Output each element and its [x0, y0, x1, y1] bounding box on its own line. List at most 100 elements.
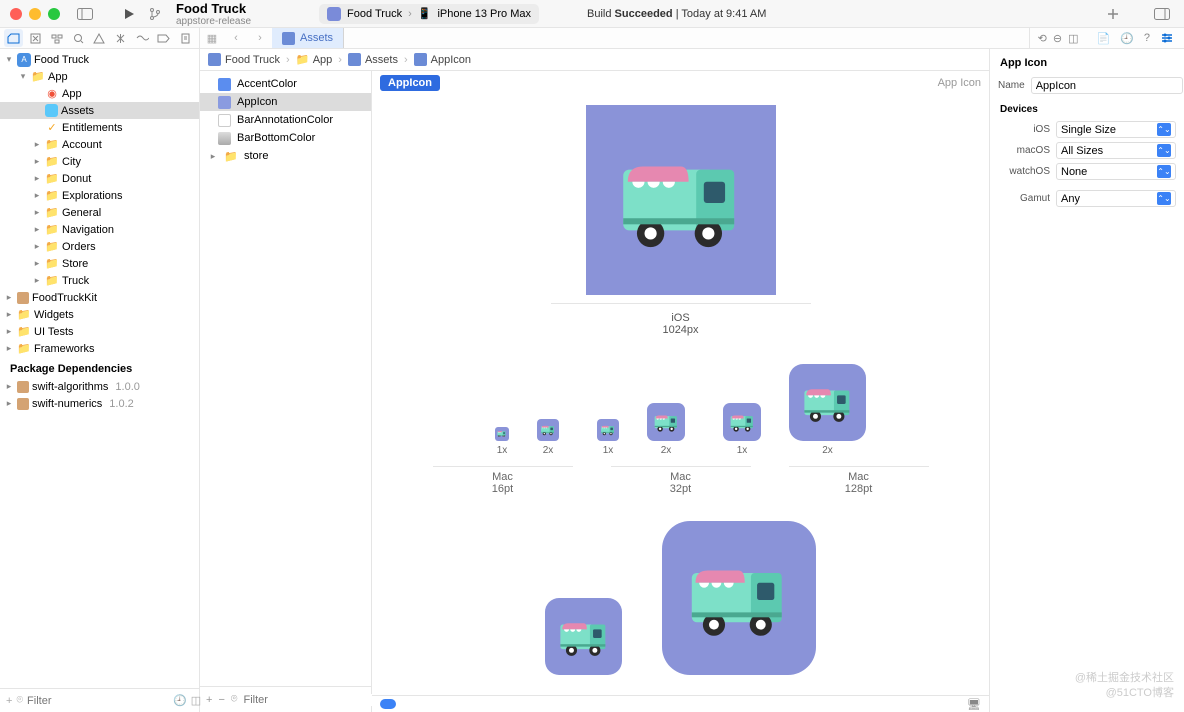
scheme-selector[interactable]: Food Truck › 📱 iPhone 13 Pro Max	[319, 4, 539, 24]
add-button[interactable]	[1102, 7, 1124, 21]
icon-slot-mac-128-2x[interactable]	[789, 364, 866, 441]
history-inspector-icon[interactable]: 🕘	[1120, 32, 1134, 45]
remove-asset-icon[interactable]: −	[218, 694, 224, 706]
tree-folder-navigation[interactable]: 📁Navigation	[0, 221, 199, 238]
app-icon-small	[327, 7, 341, 21]
toggle-navigator-icon[interactable]	[76, 5, 94, 23]
toggle-inspector-icon[interactable]	[1150, 8, 1174, 20]
filter-scope-icon[interactable]: ⌾	[231, 693, 238, 706]
tree-folder-city[interactable]: 📁City	[0, 153, 199, 170]
asset-filter-input[interactable]	[243, 694, 385, 706]
asset-row-barannotationcolor[interactable]: BarAnnotationColor	[200, 111, 371, 129]
editor-tab-bar: ▦ ‹ › Assets ⟲ ⊖ ◫	[200, 28, 1086, 48]
project-crumb-icon	[208, 53, 221, 66]
tree-root[interactable]: AFood Truck	[0, 51, 199, 68]
view-mode-toggle[interactable]	[380, 699, 396, 709]
debug-nav-icon[interactable]	[133, 29, 152, 47]
minimize-window-button[interactable]	[29, 8, 41, 20]
folder-icon: 📁	[45, 257, 59, 271]
folder-icon: 📁	[45, 274, 59, 288]
attributes-inspector-icon[interactable]	[1160, 32, 1174, 44]
device-label: watchOS	[998, 166, 1050, 177]
icon-slot-mac-256-1x[interactable]	[545, 598, 622, 675]
tree-package-swift-algorithms[interactable]: swift-algorithms1.0.0	[0, 378, 199, 395]
add-file-icon[interactable]: +	[6, 695, 12, 707]
tree-file-assets[interactable]: Assets	[0, 102, 199, 119]
refresh-icon[interactable]: ⟲	[1038, 32, 1047, 45]
package-icon	[17, 398, 29, 410]
asset-row-barbottomcolor[interactable]: BarBottomColor	[200, 129, 371, 147]
icon-slot-mac-16-1x[interactable]	[495, 427, 509, 441]
tab-grid-icon[interactable]: ▦	[200, 32, 224, 45]
icon-slot-mac-16-2x[interactable]	[537, 419, 559, 441]
tree-folder-general[interactable]: 📁General	[0, 204, 199, 221]
name-field[interactable]	[1031, 77, 1183, 94]
icon-slot-mac-32-1x[interactable]	[597, 419, 619, 441]
breakpoint-nav-icon[interactable]	[154, 29, 173, 47]
gamut-select[interactable]: Any⌃⌄	[1056, 190, 1176, 207]
file-inspector-icon[interactable]: 📄	[1096, 32, 1110, 45]
tab-assets[interactable]: Assets	[272, 28, 344, 48]
zoom-window-button[interactable]	[48, 8, 60, 20]
device-select-macos[interactable]: All Sizes⌃⌄	[1056, 142, 1176, 159]
toolbar: ▦ ‹ › Assets ⟲ ⊖ ◫ 📄 🕘 ?	[0, 28, 1184, 49]
tree-folder-explorations[interactable]: 📁Explorations	[0, 187, 199, 204]
project-nav-icon[interactable]	[4, 29, 23, 47]
tree-kit[interactable]: FoodTruckKit	[0, 289, 199, 306]
asset-row-appicon[interactable]: AppIcon	[200, 93, 371, 111]
add-asset-icon[interactable]: +	[206, 694, 212, 706]
swift-icon: ◉	[45, 87, 59, 101]
tree-folder-store[interactable]: 📁Store	[0, 255, 199, 272]
tree-file-entitlements[interactable]: ✓Entitlements	[0, 119, 199, 136]
tree-folder-donut[interactable]: 📁Donut	[0, 170, 199, 187]
scope-icon[interactable]: ⌾	[16, 694, 23, 707]
color-swatch	[218, 132, 231, 145]
inspector-panel: App Icon Name ⊖ Devices iOSSingle Size⌃⌄…	[990, 49, 1184, 712]
icon-slot-mac-128-1x[interactable]	[723, 403, 761, 441]
source-control-nav-icon[interactable]	[25, 29, 44, 47]
report-nav-icon[interactable]	[176, 29, 195, 47]
find-nav-icon[interactable]	[68, 29, 87, 47]
asset-list[interactable]: AccentColorAppIconBarAnnotationColorBarB…	[200, 71, 371, 686]
help-inspector-icon[interactable]: ?	[1144, 32, 1150, 44]
asset-folder-store[interactable]: 📁store	[200, 147, 371, 165]
tree-folder-truck[interactable]: 📁Truck	[0, 272, 199, 289]
forward-button[interactable]: ›	[248, 32, 272, 44]
back-button[interactable]: ‹	[224, 32, 248, 44]
breadcrumb-bar[interactable]: Food Truck › 📁App › Assets › AppIcon	[200, 49, 989, 71]
tree-folder-orders[interactable]: 📁Orders	[0, 238, 199, 255]
tree-widgets[interactable]: 📁Widgets	[0, 306, 199, 323]
folder-icon: 📁	[17, 325, 31, 339]
tree-folder-account[interactable]: 📁Account	[0, 136, 199, 153]
tree-group-app[interactable]: 📁App	[0, 68, 199, 85]
git-branch-icon[interactable]	[146, 5, 164, 23]
tree-file-app[interactable]: ◉App	[0, 85, 199, 102]
run-button[interactable]	[120, 5, 138, 23]
test-nav-icon[interactable]	[111, 29, 130, 47]
assets-crumb-icon	[348, 53, 361, 66]
minus-circle-icon[interactable]: ⊖	[1053, 32, 1062, 45]
folder-icon: 📁	[45, 155, 59, 169]
icon-slot-ios-1024[interactable]	[586, 105, 776, 295]
tree-frameworks[interactable]: 📁Frameworks	[0, 340, 199, 357]
device-preview-icon[interactable]: 🖥	[967, 698, 981, 711]
icon-slot-mac-32-2x[interactable]	[647, 403, 685, 441]
recent-filter-icon[interactable]: 🕘	[173, 694, 187, 707]
build-status[interactable]: Build Succeeded | Today at 9:41 AM	[587, 8, 766, 20]
device-select-watchos[interactable]: None⌃⌄	[1056, 163, 1176, 180]
asset-row-accentcolor[interactable]: AccentColor	[200, 75, 371, 93]
device-select-ios[interactable]: Single Size⌃⌄	[1056, 121, 1176, 138]
project-icon: A	[17, 53, 31, 67]
selection-chip[interactable]: AppIcon	[380, 75, 440, 91]
symbol-nav-icon[interactable]	[47, 29, 66, 47]
icon-slot-mac-256-2x[interactable]	[662, 521, 816, 675]
close-window-button[interactable]	[10, 8, 22, 20]
issue-nav-icon[interactable]	[90, 29, 109, 47]
project-tree[interactable]: AFood Truck 📁App ◉App Assets ✓Entitlemen…	[0, 49, 199, 688]
navigator-filter-input[interactable]	[27, 695, 169, 707]
tree-uitests[interactable]: 📁UI Tests	[0, 323, 199, 340]
tree-package-swift-numerics[interactable]: swift-numerics1.0.2	[0, 395, 199, 412]
folder-icon: 📁	[45, 240, 59, 254]
window-titlebar: Food Truck appstore-release Food Truck ›…	[0, 0, 1184, 28]
split-editor-icon[interactable]: ◫	[1068, 32, 1078, 45]
